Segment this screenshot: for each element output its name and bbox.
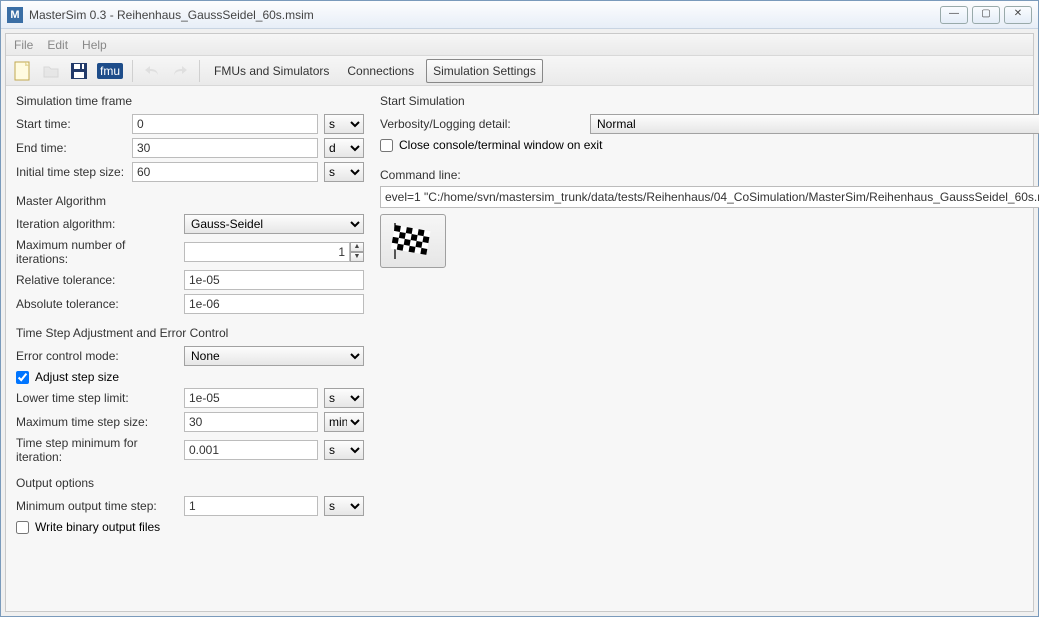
min-iter-step-label: Time step minimum for iteration: (16, 436, 178, 464)
maxiter-label: Maximum number of iterations: (16, 238, 178, 266)
verbosity-select[interactable]: Normal (590, 114, 1039, 134)
init-step-unit[interactable]: s (324, 162, 364, 182)
client-area: File Edit Help fmu F (5, 33, 1034, 612)
app-window: M MasterSim 0.3 - Reihenhaus_GaussSeidel… (0, 0, 1039, 617)
start-time-input[interactable] (132, 114, 318, 134)
window-title: MasterSim 0.3 - Reihenhaus_GaussSeidel_6… (29, 8, 314, 22)
end-time-unit[interactable]: d (324, 138, 364, 158)
abstol-label: Absolute tolerance: (16, 297, 178, 311)
group-timeframe-title: Simulation time frame (16, 94, 364, 108)
error-mode-label: Error control mode: (16, 349, 178, 363)
run-button[interactable] (380, 214, 446, 268)
maximize-button[interactable]: ▢ (972, 6, 1000, 24)
maxiter-spinner[interactable]: ▲▼ (350, 242, 364, 262)
checkered-flag-icon (389, 221, 437, 261)
group-output-title: Output options (16, 476, 364, 490)
error-mode-select[interactable]: None (184, 346, 364, 366)
lower-step-input[interactable] (184, 388, 318, 408)
adjust-step-label: Adjust step size (35, 370, 119, 384)
reltol-input[interactable] (184, 270, 364, 290)
minout-unit[interactable]: s (324, 496, 364, 516)
reltol-label: Relative tolerance: (16, 273, 178, 287)
content: Simulation time frame Start time: s End … (6, 86, 1033, 611)
max-step-unit[interactable]: min (324, 412, 364, 432)
cmdline-label: Command line: (380, 168, 1039, 182)
save-icon[interactable] (68, 60, 90, 82)
undo-icon[interactable] (141, 60, 163, 82)
toolbar: fmu FMUs and Simulators Connections Simu… (6, 56, 1033, 86)
binary-output-checkbox[interactable] (16, 521, 29, 534)
cmdline-display: evel=1 "C:/home/svn/mastersim_trunk/data… (380, 186, 1039, 208)
open-icon[interactable] (40, 60, 62, 82)
end-time-input[interactable] (132, 138, 318, 158)
minimize-button[interactable]: — (940, 6, 968, 24)
tab-settings[interactable]: Simulation Settings (426, 59, 543, 83)
menu-file[interactable]: File (14, 38, 33, 52)
iter-algo-label: Iteration algorithm: (16, 217, 178, 231)
menubar: File Edit Help (6, 34, 1033, 56)
max-step-input[interactable] (184, 412, 318, 432)
close-console-label: Close console/terminal window on exit (399, 138, 602, 152)
group-algo-title: Master Algorithm (16, 194, 364, 208)
start-time-label: Start time: (16, 117, 126, 131)
start-time-unit[interactable]: s (324, 114, 364, 134)
minout-label: Minimum output time step: (16, 499, 178, 513)
tab-connections[interactable]: Connections (341, 60, 420, 82)
fmu-icon[interactable]: fmu (96, 60, 124, 82)
lower-step-label: Lower time step limit: (16, 391, 178, 405)
menu-help[interactable]: Help (82, 38, 107, 52)
app-icon: M (7, 7, 23, 23)
menu-edit[interactable]: Edit (47, 38, 68, 52)
maxiter-input[interactable] (184, 242, 350, 262)
close-button[interactable]: ✕ (1004, 6, 1032, 24)
abstol-input[interactable] (184, 294, 364, 314)
tab-fmus[interactable]: FMUs and Simulators (208, 60, 335, 82)
max-step-label: Maximum time step size: (16, 415, 178, 429)
svg-text:fmu: fmu (100, 64, 120, 78)
group-start-title: Start Simulation (380, 94, 1039, 108)
group-adjust-title: Time Step Adjustment and Error Control (16, 326, 364, 340)
new-icon[interactable] (12, 60, 34, 82)
minout-input[interactable] (184, 496, 318, 516)
close-console-checkbox[interactable] (380, 139, 393, 152)
init-step-input[interactable] (132, 162, 318, 182)
redo-icon[interactable] (169, 60, 191, 82)
lower-step-unit[interactable]: s (324, 388, 364, 408)
binary-output-label: Write binary output files (35, 520, 160, 534)
min-iter-step-unit[interactable]: s (324, 440, 364, 460)
titlebar: M MasterSim 0.3 - Reihenhaus_GaussSeidel… (1, 1, 1038, 29)
verbosity-label: Verbosity/Logging detail: (380, 117, 584, 131)
end-time-label: End time: (16, 141, 126, 155)
adjust-step-checkbox[interactable] (16, 371, 29, 384)
min-iter-step-input[interactable] (184, 440, 318, 460)
init-step-label: Initial time step size: (16, 165, 126, 179)
iter-algo-select[interactable]: Gauss-Seidel (184, 214, 364, 234)
